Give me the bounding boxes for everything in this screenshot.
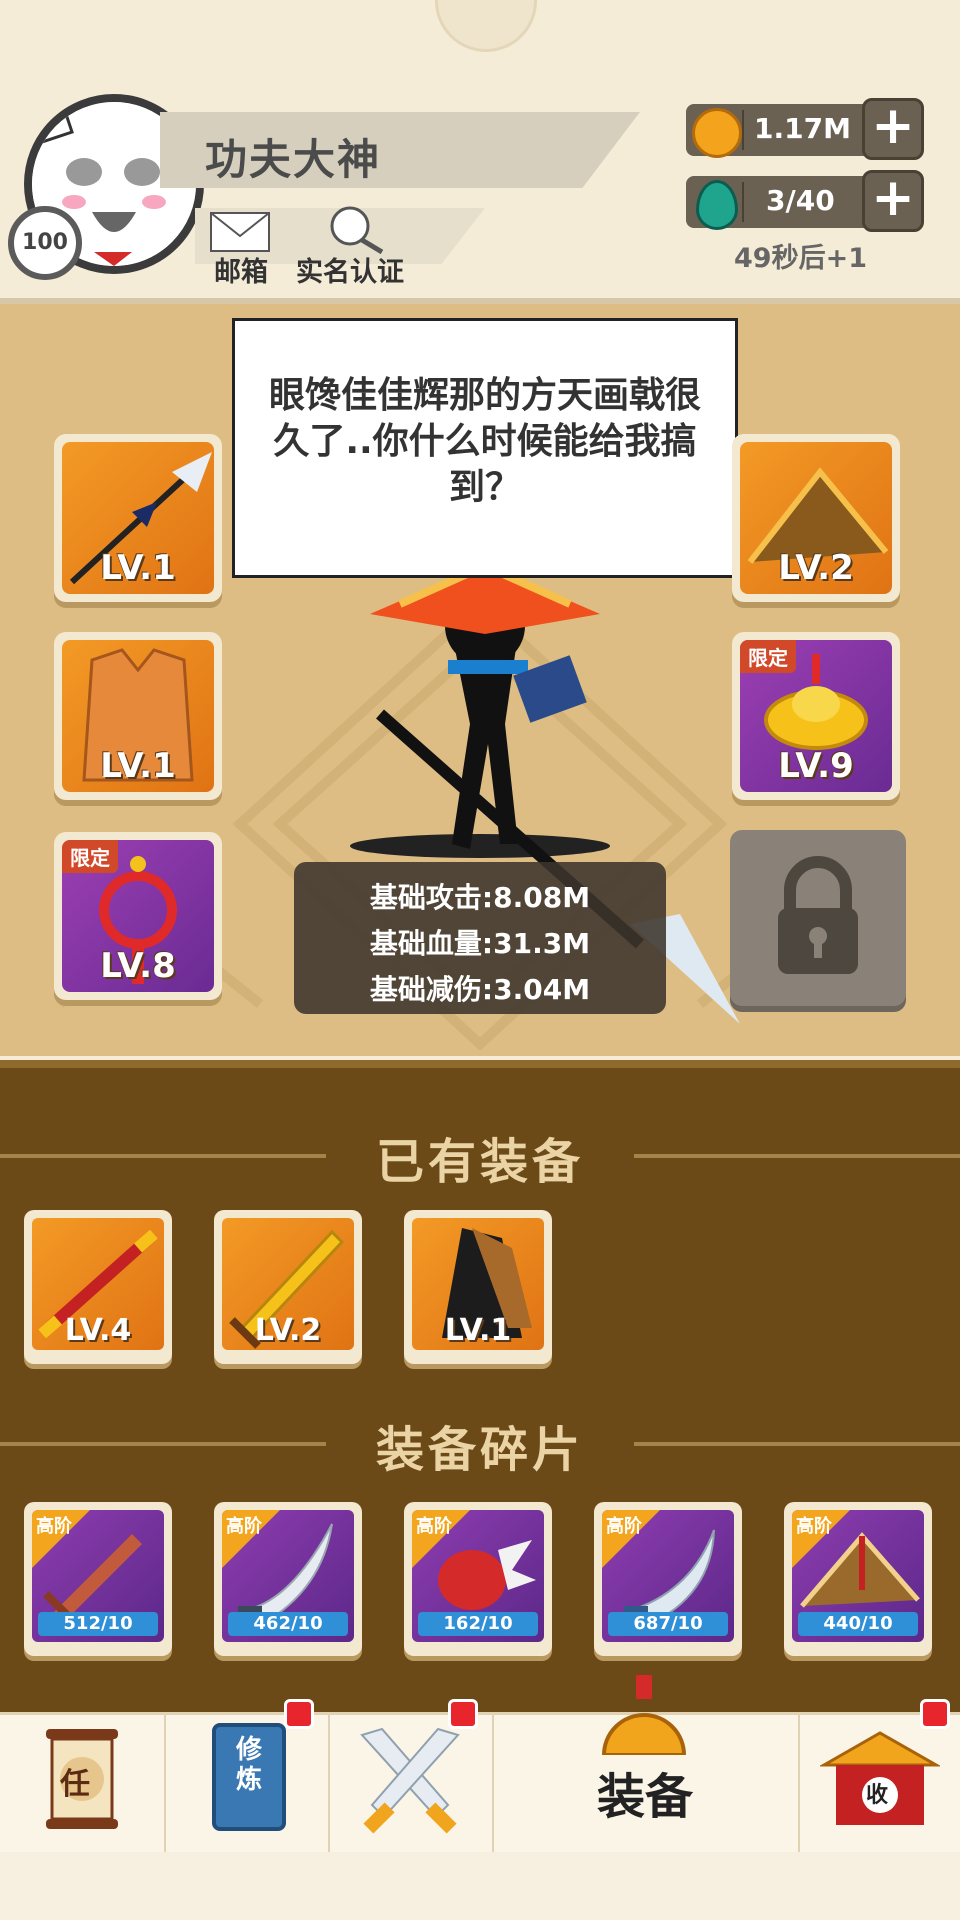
slot-level: LV.2: [778, 548, 854, 588]
tab-tasks-label: 任: [60, 1767, 90, 1802]
coin-value: 1.17M: [754, 112, 851, 145]
verify-label: 实名认证: [296, 257, 404, 288]
tab-collection[interactable]: 收: [800, 1699, 960, 1855]
fragment-count: 512/10: [38, 1612, 158, 1636]
energy-value: 3/40: [766, 184, 835, 217]
fragment-item[interactable]: 高阶 440/10: [784, 1502, 932, 1656]
mail-label: 邮箱: [214, 257, 268, 288]
coin-icon: [692, 108, 742, 158]
owned-item[interactable]: LV.4: [24, 1210, 172, 1364]
mail-button[interactable]: 邮箱: [210, 208, 282, 288]
fragment-count: 462/10: [228, 1612, 348, 1636]
tier-tag: 高阶: [226, 1516, 262, 1537]
fragment-item[interactable]: 高阶 462/10: [214, 1502, 362, 1656]
equip-slot-accessory[interactable]: 限定 LV.8: [54, 832, 222, 1000]
fragment-item[interactable]: 高阶 162/10: [404, 1502, 552, 1656]
owned-item[interactable]: LV.2: [214, 1210, 362, 1364]
notification-dot: [448, 1699, 478, 1729]
tab-collection-label: 收: [866, 1783, 889, 1808]
fragment-item[interactable]: 高阶 687/10: [594, 1502, 742, 1656]
equip-slot-hat[interactable]: LV.2: [732, 434, 900, 602]
locked-slot[interactable]: [730, 830, 906, 1006]
item-level: LV.1: [444, 1313, 512, 1348]
helmet-icon: [601, 1675, 687, 1755]
tab-training[interactable]: 修炼: [164, 1699, 328, 1855]
tier-tag: 高阶: [606, 1516, 642, 1537]
fragment-count: 687/10: [608, 1612, 728, 1636]
tab-tasks[interactable]: 任: [0, 1715, 164, 1855]
add-energy-button[interactable]: +: [862, 170, 924, 232]
tab-equipment-label: 装备: [596, 1769, 693, 1825]
envelope-icon: [210, 212, 270, 252]
tier-tag: 高阶: [36, 1516, 72, 1537]
slot-level: LV.1: [100, 746, 176, 786]
magnifier-icon: [330, 206, 384, 254]
speech-bubble: 眼馋佳佳辉那的方天画戟很久了..你什么时候能给我搞到？: [232, 318, 738, 578]
base-stats-panel: 基础攻击:8.08M 基础血量:31.3M 基础减伤:3.04M: [294, 862, 666, 1014]
stat-defense: 基础减伤:3.04M: [369, 973, 591, 1006]
level-badge: 100: [8, 206, 82, 280]
home-indicator-area: [0, 1852, 960, 1920]
equip-slot-treasure[interactable]: 限定 LV.9: [732, 632, 900, 800]
slot-level: LV.1: [100, 548, 176, 588]
energy-regen-timer: 49秒后+1: [734, 243, 867, 274]
fragment-count: 440/10: [798, 1612, 918, 1636]
equip-slot-armor[interactable]: LV.1: [54, 632, 222, 800]
owned-equipment-title: 已有装备: [375, 1134, 584, 1190]
stat-health: 基础血量:31.3M: [369, 927, 591, 960]
owned-item[interactable]: LV.1: [404, 1210, 552, 1364]
fragments-title: 装备碎片: [375, 1422, 584, 1478]
stat-attack: 基础攻击:8.08M: [369, 881, 591, 914]
player-name: 功夫大神: [205, 135, 382, 184]
limited-tag: 限定: [62, 840, 118, 873]
equip-slot-weapon[interactable]: LV.1: [54, 434, 222, 602]
fragment-count: 162/10: [418, 1612, 538, 1636]
crossed-swords-icon: [360, 1727, 460, 1834]
lock-icon: [778, 856, 858, 974]
tab-battle[interactable]: [328, 1699, 492, 1855]
tier-tag: 高阶: [796, 1516, 832, 1537]
tab-equipment[interactable]: 装备: [492, 1675, 798, 1855]
item-level: LV.2: [254, 1313, 322, 1348]
item-level: LV.4: [64, 1313, 132, 1348]
tab-training-label: 修炼: [236, 1735, 263, 1795]
bottom-nav: 任 修炼 装备 收: [0, 1675, 960, 1855]
slot-level: LV.9: [778, 746, 854, 786]
notification-dot: [284, 1699, 314, 1729]
fragment-item[interactable]: 高阶 512/10: [24, 1502, 172, 1656]
tier-tag: 高阶: [416, 1516, 452, 1537]
notification-dot: [920, 1699, 950, 1729]
verify-button[interactable]: 实名认证: [296, 204, 426, 288]
add-coins-button[interactable]: +: [862, 98, 924, 160]
limited-tag: 限定: [740, 640, 796, 673]
coin-divider: [742, 110, 744, 150]
speech-text: 眼馋佳佳辉那的方天画戟很久了..你什么时候能给我搞到？: [268, 375, 701, 508]
energy-divider: [742, 182, 744, 222]
slot-level: LV.8: [100, 946, 176, 986]
